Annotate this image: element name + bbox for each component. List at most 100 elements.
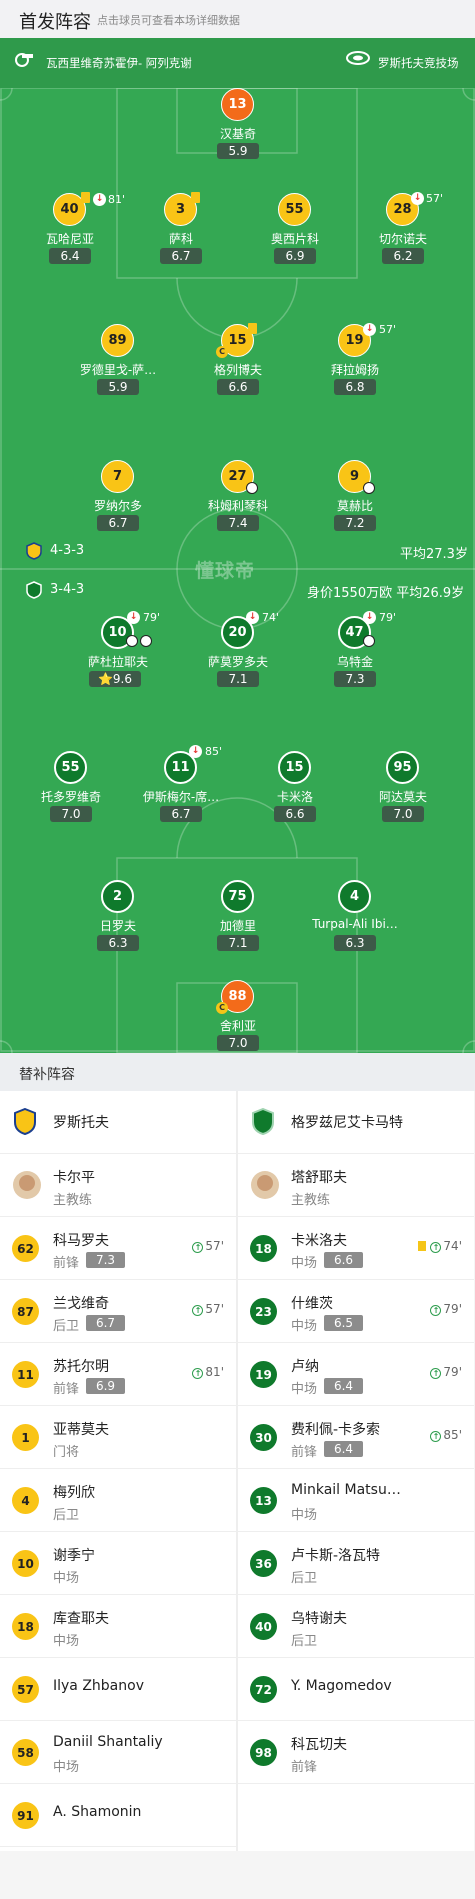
home-sub-row[interactable]: 10 谢季宁 中场 [0,1532,236,1595]
sub-in-icon: ↑ [430,1431,442,1442]
away-player-47[interactable]: 47 乌特金 7.3 [290,616,420,704]
player-name: 萨科 [168,232,193,246]
sub-in-icon: ↑ [192,1368,204,1379]
away-sub-row[interactable]: 13 Minkail Matsu… 中场 [238,1469,474,1532]
goal-ball-icon [363,635,375,647]
away-sub-row[interactable]: 98 科瓦切夫 前锋 [238,1721,474,1784]
yellow-card-icon [81,192,90,203]
home-player-89[interactable]: 89 罗德里戈-萨… 5.9 [53,324,183,412]
away-player-75[interactable]: 75 加德里 7.1 [173,880,303,968]
away-sub-row[interactable]: 18 卡米洛夫 中场 6.6 ↑ 74' [238,1217,474,1280]
player-name: 格列博夫 [213,363,262,377]
home-player-7[interactable]: 7 罗纳尔多 6.7 [53,460,183,548]
away-player-10[interactable]: 10 萨杜拉耶夫 ⭐9.6 [53,616,183,704]
sub-position: 前锋 [291,1760,318,1775]
sub-number: 19 [250,1361,277,1388]
away-sub-row[interactable]: 36 卢卡斯-洛瓦特 后卫 [238,1532,474,1595]
sub-minute: 85' [205,745,223,758]
home-sub-row[interactable]: 57 Ilya Zhbanov [0,1658,236,1721]
away-player-88[interactable]: 88 舍利亚 7.0 [173,980,303,1053]
away-player-20[interactable]: 20 萨莫罗多夫 7.1 [173,616,303,704]
sub-position: 中场 [291,1319,318,1334]
sub-position: 中场 [291,1382,318,1397]
away-sub-row[interactable]: 72 Y. Magomedov [238,1658,474,1721]
home-player-13[interactable]: 13 汉基奇 5.9 [173,88,303,176]
sub-name: 乌特谢夫 [291,1611,347,1627]
coach-name: 卡尔平 [53,1170,95,1186]
sub-number: 57 [12,1676,39,1703]
sub-number: 1 [12,1424,39,1451]
home-sub-row[interactable]: 4 梅列欣 后卫 [0,1469,236,1532]
goal-ball-icon [363,482,375,494]
sub-name: 梅列欣 [53,1485,95,1501]
home-player-15[interactable]: 15 格列博夫 6.6 [173,324,303,412]
sub-rating: 6.4 [324,1441,363,1457]
sub-name: 库查耶夫 [53,1611,109,1627]
sub-rating: 6.5 [324,1315,363,1331]
yellow-card-icon [191,192,200,203]
player-rating: 7.2 [334,515,376,531]
sub-in-minute: ↑ 79' [430,1302,462,1316]
home-player-28[interactable]: 28 切尔诺夫 6.2 [338,193,468,281]
away-coach-row[interactable]: 塔舒耶夫 主教练 [238,1154,474,1217]
home-sub-row[interactable]: 1 亚蒂莫夫 门将 [0,1406,236,1469]
away-sub-row[interactable]: 30 费利佩-卡多索 前锋 6.4 ↑ 85' [238,1406,474,1469]
sub-name: 谢季宁 [53,1548,95,1564]
player-name: 拜拉姆扬 [330,363,379,377]
home-player-27[interactable]: 27 科姆利琴科 7.4 [173,460,303,548]
sub-name: 卢纳 [291,1359,319,1375]
home-team-row[interactable]: 罗斯托夫 [0,1091,236,1154]
goal-ball-icon [126,635,138,647]
player-number: 75 [221,880,254,913]
sub-out-icon: ↓ [93,193,106,206]
away-player-11[interactable]: 11 伊斯梅尔-席… 6.7 [116,751,246,839]
away-sub-row[interactable]: 23 什维茨 中场 6.5 ↑ 79' [238,1280,474,1343]
away-player-4[interactable]: 4 Turpal-Ali Ibi… 6.3 [290,880,420,968]
player-name: 乌特金 [336,655,373,669]
home-player-9[interactable]: 9 莫赫比 7.2 [290,460,420,548]
sub-in-minute: ↑ 57' [192,1239,224,1253]
player-name: 切尔诺夫 [378,232,427,246]
home-coach-row[interactable]: 卡尔平 主教练 [0,1154,236,1217]
player-name: 罗德里戈-萨… [79,363,157,377]
sub-name: 苏托尔明 [53,1359,109,1375]
subs-header: 替补阵容 [0,1053,475,1091]
away-player-2[interactable]: 2 日罗夫 6.3 [53,880,183,968]
away-player-95[interactable]: 95 阿达莫夫 7.0 [338,751,468,839]
whistle-icon [15,53,33,67]
sub-number: 30 [250,1424,277,1451]
sub-name: 什维茨 [291,1296,333,1312]
away-sub-row[interactable]: 40 乌特谢夫 后卫 [238,1595,474,1658]
away-sub-row[interactable]: 19 卢纳 中场 6.4 ↑ 79' [238,1343,474,1406]
away-team-row[interactable]: 格罗兹尼艾卡马特 [238,1091,474,1154]
sub-name: Y. Magomedov [291,1678,392,1694]
home-sub-row[interactable]: 18 库查耶夫 中场 [0,1595,236,1658]
captain-icon: C [216,346,228,358]
home-player-19[interactable]: 19 拜拉姆扬 6.8 [290,324,420,412]
player-rating: 6.7 [160,806,202,822]
coach-name: 塔舒耶夫 [291,1170,347,1186]
sub-out-icon: ↓ [189,745,202,758]
home-sub-row[interactable]: 11 苏托尔明 前锋 6.9 ↑ 81' [0,1343,236,1406]
home-player-3[interactable]: 3 萨科 6.7 [116,193,246,281]
away-subs-column: 格罗兹尼艾卡马特 塔舒耶夫 主教练 18 卡米洛夫 中场 6.6 ↑ 74' 23 什维茨 中场… [238,1091,474,1899]
sub-number: 91 [12,1802,39,1829]
sub-in-minute: ↑ 85' [430,1428,462,1442]
player-number: 7 [101,460,134,493]
player-number: 95 [386,751,419,784]
player-rating: 5.9 [97,379,139,395]
home-sub-row[interactable]: 87 兰戈维奇 后卫 6.7 ↑ 57' [0,1280,236,1343]
home-sub-row[interactable]: 62 科马罗夫 前锋 7.3 ↑ 57' [0,1217,236,1280]
player-number: 15 [278,751,311,784]
sub-name: 亚蒂莫夫 [53,1422,109,1438]
captain-icon: C [216,1002,228,1014]
sub-name: 卡米洛夫 [291,1233,347,1249]
sub-out-icon: ↓ [127,611,140,624]
home-sub-row[interactable]: 58 Daniil Shantaliy 中场 [0,1721,236,1784]
coach-role: 主教练 [53,1193,93,1208]
sub-minute: 57' [426,192,444,205]
player-rating: 6.3 [97,935,139,951]
player-name: 日罗夫 [99,919,136,933]
player-rating: 7.3 [334,671,376,687]
home-sub-row[interactable]: 91 A. Shamonin [0,1784,236,1847]
